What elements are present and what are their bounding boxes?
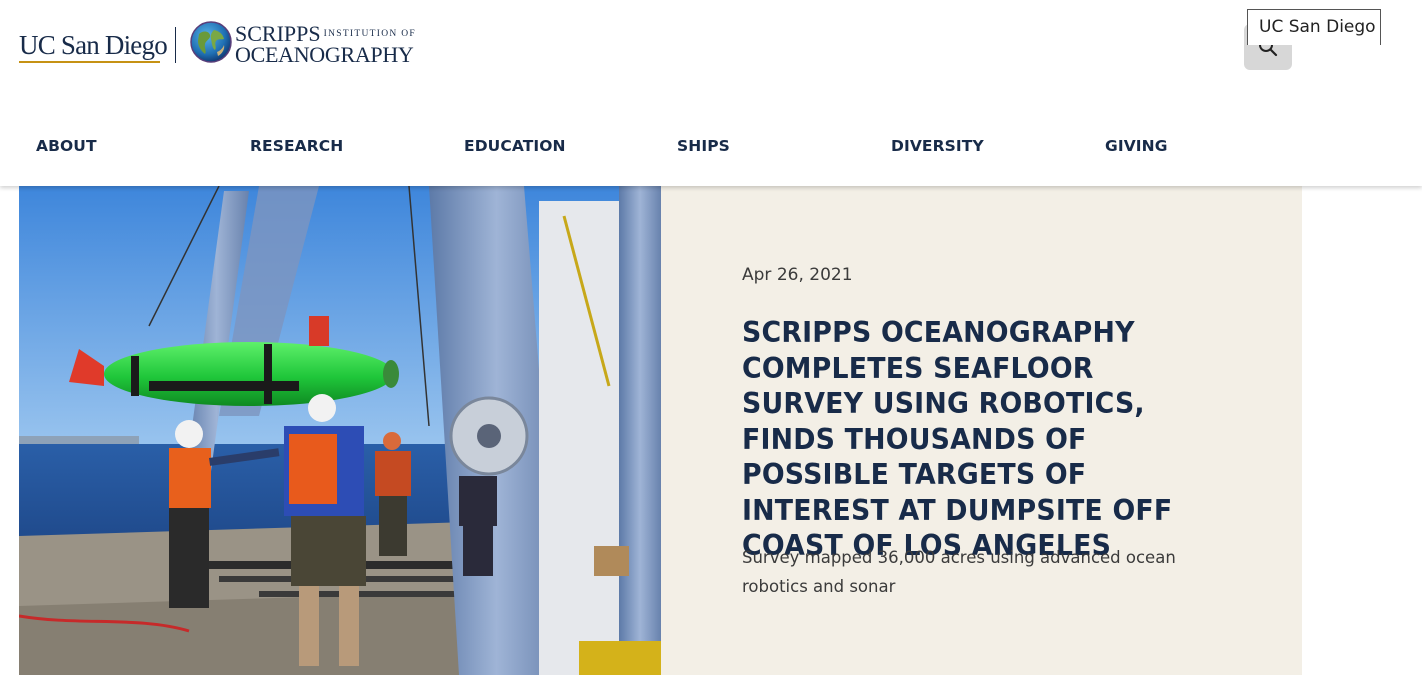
nav-item-ships[interactable]: SHIPS [677, 137, 730, 155]
article-date: Apr 26, 2021 [742, 265, 853, 285]
nav-item-giving[interactable]: GIVING [1105, 137, 1168, 155]
nav-item-diversity[interactable]: DIVERSITY [891, 137, 984, 155]
globe-icon[interactable] [190, 21, 232, 63]
ucsd-logo-underline [19, 61, 160, 63]
crew-member-right [459, 476, 497, 576]
article-headline[interactable]: Scripps Oceanography Completes Seafloor … [742, 315, 1212, 564]
auv-deployment-illustration [19, 186, 661, 675]
nav-item-education[interactable]: EDUCATION [464, 137, 566, 155]
nav-item-research[interactable]: RESEARCH [250, 137, 343, 155]
scripps-logo-line2: OCEANOGRAPHY [235, 42, 414, 67]
hero-photo[interactable] [19, 186, 661, 675]
logo-divider [175, 27, 176, 63]
article-subtitle: Survey mapped 36,000 acres using advance… [742, 548, 1176, 596]
ucsd-logo[interactable]: UC San Diego [19, 30, 168, 60]
uc-san-diego-tag[interactable]: UC San Diego [1247, 9, 1381, 45]
nav-item-about[interactable]: ABOUT [36, 137, 97, 155]
institution-of-text: INSTITUTION OF [323, 29, 416, 39]
site-header: UC San Diego SCRIPPS INSTITUTION OF OCEAN… [0, 0, 1422, 186]
